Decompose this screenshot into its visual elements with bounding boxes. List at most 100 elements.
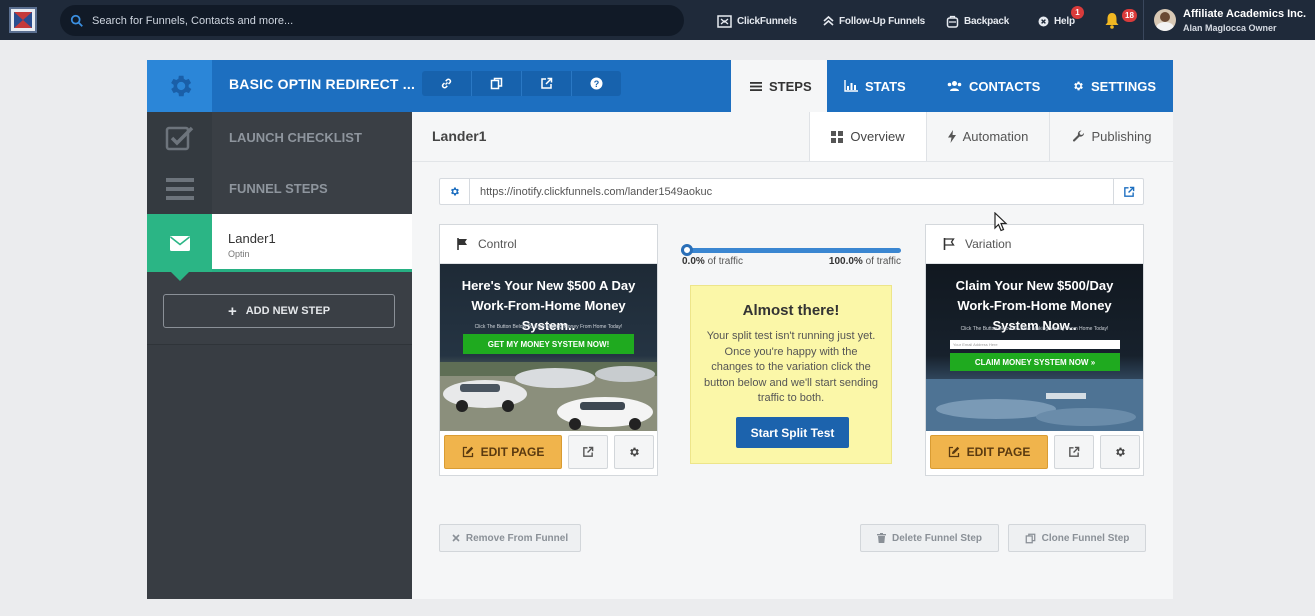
control-card: Control Here's Your New $500 A Day Work-… (439, 224, 658, 476)
search-input[interactable] (92, 14, 652, 27)
clone-icon (1025, 533, 1035, 543)
delete-funnel-step-label: Delete Funnel Step (891, 532, 982, 544)
bell-icon[interactable] (1104, 12, 1120, 29)
url-settings-button[interactable] (440, 179, 470, 204)
control-open-button[interactable] (568, 435, 608, 469)
variation-label: Variation (965, 237, 1012, 251)
funnel-settings-gear[interactable] (147, 60, 212, 112)
external-link-icon (541, 77, 553, 89)
help-badge: 1 (1071, 6, 1084, 19)
tab-stats-label: STATS (865, 78, 906, 94)
step-url-text[interactable]: https://inotify.clickfunnels.com/lander1… (470, 186, 1113, 198)
account-name[interactable]: Affiliate Academics Inc. (1183, 8, 1306, 20)
tab-steps-label: STEPS (769, 78, 812, 94)
control-page-thumbnail[interactable]: Here's Your New $500 A Day Work-From-Hom… (440, 264, 657, 431)
copy-icon (490, 77, 503, 90)
nav-followup-funnels[interactable]: Follow-Up Funnels (823, 13, 925, 29)
list-icon (750, 81, 762, 91)
funnel-sidebar: LAUNCH CHECKLIST FUNNEL STEPS Lander1 Op… (147, 112, 412, 599)
users-icon (947, 81, 962, 91)
question-icon: ? (590, 77, 603, 90)
gear-icon (170, 75, 191, 97)
funnel-grid-icon (717, 14, 732, 28)
link-button[interactable] (422, 71, 472, 96)
tab-overview[interactable]: Overview (809, 112, 926, 161)
variation-edit-label: EDIT PAGE (966, 445, 1031, 459)
variation-traffic-value: 100.0% (828, 256, 863, 267)
checkbox-icon (165, 126, 193, 150)
svg-text:?: ? (594, 79, 600, 89)
remove-from-funnel-button[interactable]: Remove From Funnel (439, 524, 581, 552)
wrench-icon (1072, 130, 1084, 142)
notifications-badge: 18 (1122, 9, 1137, 22)
variation-settings-button[interactable] (1100, 435, 1140, 469)
mouse-cursor-icon (994, 212, 1008, 232)
backpack-icon (946, 15, 959, 28)
variation-card: Variation Claim Your New $500/Day Work-F… (925, 224, 1144, 476)
variation-traffic-suffix: of traffic (862, 256, 901, 267)
split-test-notice: Almost there! Your split test isn't runn… (690, 285, 892, 464)
nav-help[interactable]: Help (1038, 13, 1075, 29)
sidebar-item-launch-checklist[interactable]: LAUNCH CHECKLIST (147, 112, 412, 163)
control-thumb-cta: GET MY MONEY SYSTEM NOW! (463, 334, 634, 354)
delete-funnel-step-button[interactable]: Delete Funnel Step (860, 524, 999, 552)
clickfunnels-logo-icon[interactable] (9, 7, 37, 33)
add-new-step-label: ADD NEW STEP (245, 305, 331, 317)
grid-icon (831, 130, 844, 143)
menu-icon (165, 177, 194, 200)
nav-followup-label: Follow-Up Funnels (839, 15, 926, 27)
bar-chart-icon (844, 80, 858, 92)
gear-icon (451, 187, 459, 196)
flag-outline-icon (943, 238, 955, 250)
control-traffic-value: 0.0% (682, 256, 705, 267)
clone-funnel-step-button[interactable]: Clone Funnel Step (1008, 524, 1146, 552)
link-icon (441, 78, 452, 89)
avatar[interactable] (1154, 9, 1176, 31)
gear-icon (1116, 447, 1125, 457)
open-external-button[interactable] (522, 71, 572, 96)
nav-clickfunnels[interactable]: ClickFunnels (717, 13, 797, 29)
start-split-test-button[interactable]: Start Split Test (736, 417, 849, 448)
funnel-step-item[interactable]: Lander1 Optin (147, 214, 412, 281)
traffic-slider-handle[interactable] (681, 244, 693, 256)
help-button[interactable]: ? (572, 71, 621, 96)
tab-steps[interactable]: STEPS (731, 60, 827, 112)
top-navbar: ClickFunnels Follow-Up Funnels Backpack … (0, 0, 1315, 40)
double-chevron-up-icon (823, 15, 834, 26)
tab-publishing-label: Publishing (1091, 129, 1152, 144)
variation-page-thumbnail[interactable]: Claim Your New $500/Day Work-From-Home M… (926, 264, 1143, 431)
funnel-header: BASIC OPTIN REDIRECT ... ? STEPS STATS C… (147, 60, 1173, 112)
copy-button[interactable] (472, 71, 522, 96)
step-name: Lander1 (228, 231, 276, 246)
external-link-icon (1069, 446, 1080, 457)
bolt-icon (947, 130, 956, 143)
variation-edit-page-button[interactable]: EDIT PAGE (930, 435, 1048, 469)
global-search[interactable] (60, 5, 684, 36)
control-traffic-suffix: of traffic (704, 256, 743, 267)
nav-backpack[interactable]: Backpack (946, 13, 1009, 29)
tab-stats[interactable]: STATS (844, 60, 906, 112)
variation-card-header: Variation (926, 225, 1143, 264)
variation-actions: EDIT PAGE (930, 435, 1140, 471)
add-new-step-button[interactable]: + ADD NEW STEP (163, 294, 395, 328)
page-title: Lander1 (432, 128, 487, 144)
control-thumb-subtext: Click The Button Below To Start Making M… (474, 324, 623, 330)
sidebar-empty-area (147, 344, 412, 599)
help-circle-icon (1038, 16, 1049, 26)
tab-contacts[interactable]: CONTACTS (947, 60, 1040, 112)
traffic-track[interactable] (681, 248, 901, 253)
variation-open-button[interactable] (1054, 435, 1094, 469)
control-edit-page-button[interactable]: EDIT PAGE (444, 435, 562, 469)
gear-icon (1074, 81, 1083, 91)
control-label: Control (478, 237, 517, 251)
control-settings-button[interactable] (614, 435, 654, 469)
sidebar-item-funnel-steps[interactable]: FUNNEL STEPS (147, 163, 412, 214)
tab-settings[interactable]: SETTINGS (1072, 60, 1156, 112)
close-icon (452, 534, 460, 542)
tab-automation[interactable]: Automation (926, 112, 1049, 161)
variation-traffic-text: 100.0% of traffic (829, 256, 901, 267)
envelope-icon (169, 235, 190, 251)
search-icon (70, 14, 83, 27)
open-url-button[interactable] (1113, 179, 1143, 204)
tab-publishing[interactable]: Publishing (1049, 112, 1173, 161)
